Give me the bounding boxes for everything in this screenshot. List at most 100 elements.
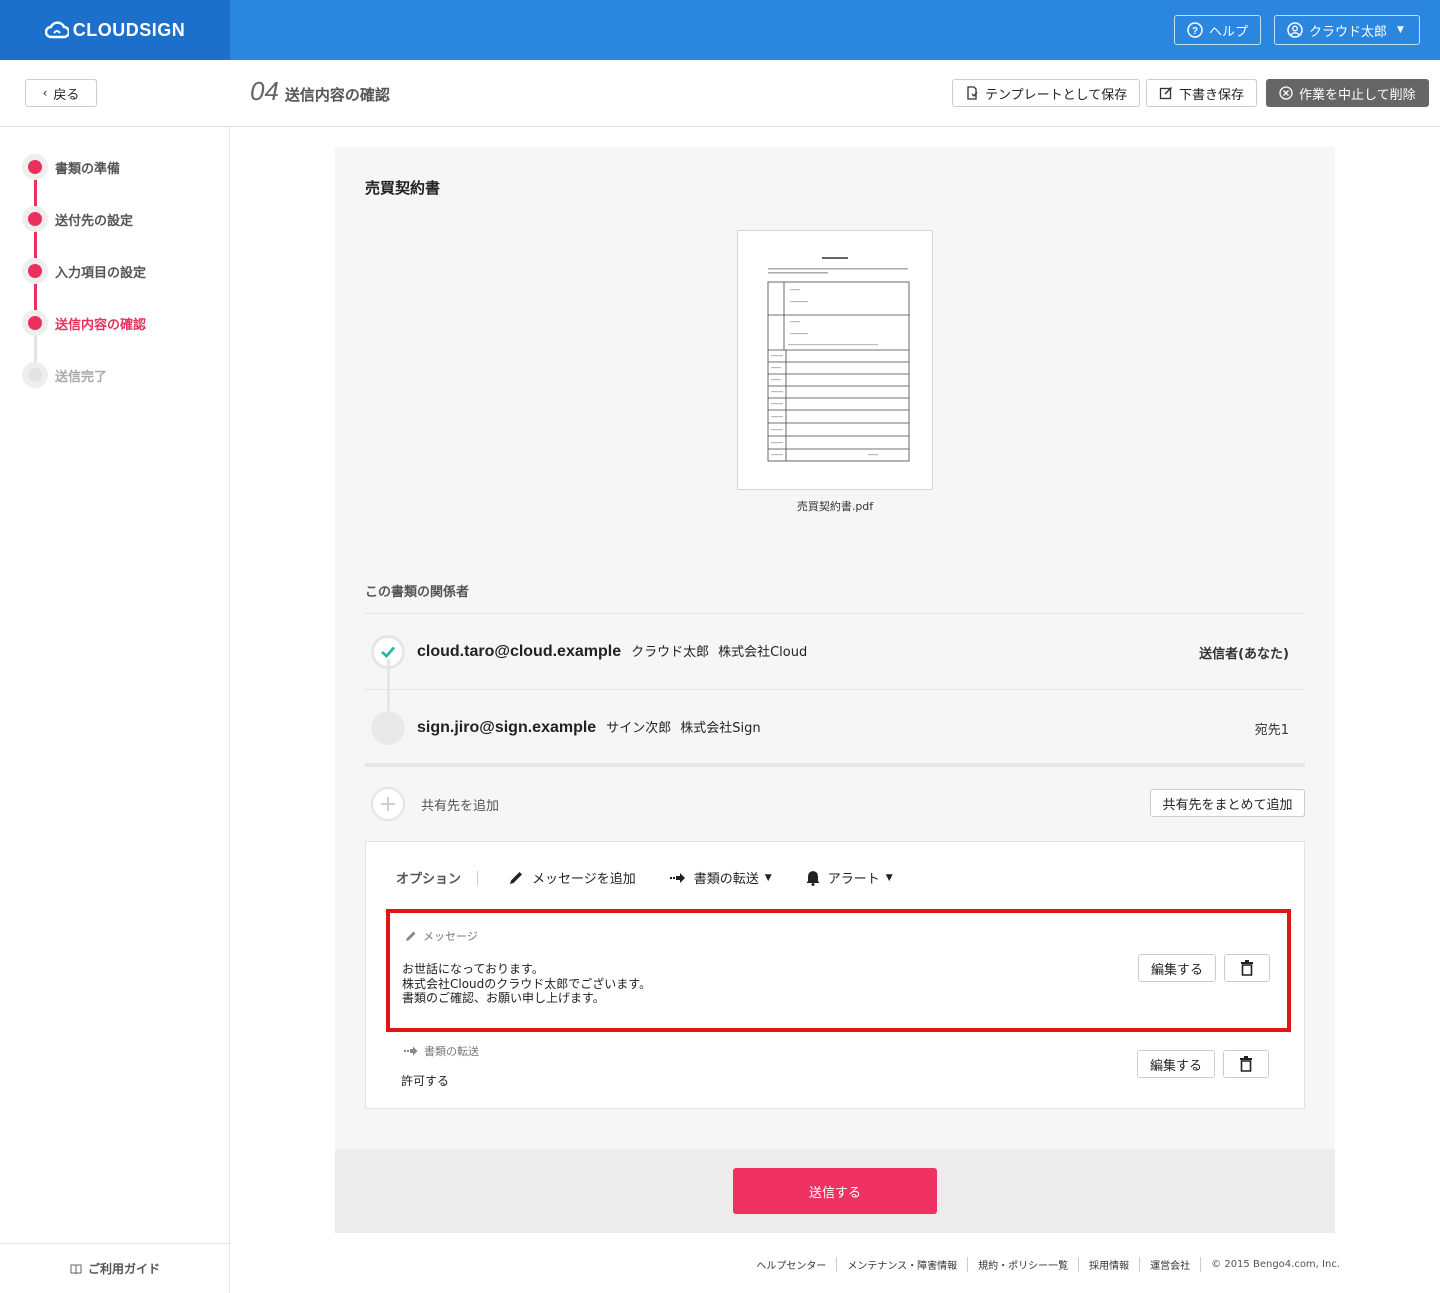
add-message-label: メッセージを追加 [532, 872, 636, 887]
step-dot [22, 154, 48, 180]
book-icon [70, 1264, 82, 1274]
options-toolbar: オプション メッセージを追加 書類の転送 ▼ アラート ▼ [396, 868, 927, 887]
chevron-left-icon: ‹ [42, 86, 48, 100]
transfer-label: 書類の転送 [693, 872, 759, 887]
send-bar: 送信する [335, 1149, 1335, 1233]
footer-link-help-center[interactable]: ヘルプセンター [746, 1257, 838, 1272]
user-menu-button[interactable]: クラウド太郎 ▼ [1274, 15, 1420, 45]
add-share-label: 共有先を追加 [421, 798, 500, 814]
delete-transfer-button[interactable] [1223, 1050, 1269, 1078]
logo[interactable]: CLOUDSIGN [0, 0, 230, 60]
document-filename: 売買契約書.pdf [796, 500, 874, 513]
pencil-icon [406, 931, 416, 941]
cancel-delete-button[interactable]: 作業を中止して削除 [1266, 79, 1429, 107]
save-template-button[interactable]: テンプレートとして保存 [952, 79, 1141, 107]
message-section-label: メッセージ [405, 928, 478, 944]
progress-line [34, 167, 37, 323]
trash-icon [1241, 960, 1253, 976]
step-recipients[interactable]: 送付先の設定 [22, 206, 133, 232]
participant-org: 株式会社Sign [680, 721, 761, 736]
footer-link-maintenance[interactable]: メンテナンス・障害情報 [837, 1257, 969, 1272]
cancel-delete-label: 作業を中止して削除 [1299, 87, 1416, 103]
step-dot [22, 206, 48, 232]
add-message-button[interactable]: メッセージを追加 [508, 868, 636, 887]
pencil-icon [510, 871, 523, 884]
bell-icon [806, 870, 820, 886]
footer-link-policies[interactable]: 規約・ポリシー一覧 [968, 1257, 1080, 1272]
message-line: 株式会社Cloudのクラウド太郎でございます。 [402, 976, 652, 991]
divider [477, 870, 479, 885]
message-label: メッセージ [423, 930, 478, 943]
message-line: 書類のご確認、お願い申し上げます。 [402, 991, 605, 1005]
caret-down-icon: ▼ [1397, 25, 1404, 35]
transfer-value: 許可する [401, 1074, 450, 1088]
step-label: 入力項目の設定 [55, 265, 147, 281]
step-complete: 送信完了 [22, 362, 107, 388]
save-template-label: テンプレートとして保存 [985, 87, 1128, 103]
footer-link-company[interactable]: 運営会社 [1140, 1257, 1202, 1272]
participant-row: cloud.taro@cloud.example クラウド太郎 株式会社Clou… [365, 613, 1305, 689]
participant-org: 株式会社Cloud [718, 645, 808, 660]
caret-down-icon: ▼ [764, 872, 772, 883]
page-title-text: 送信内容の確認 [284, 86, 390, 104]
divider [365, 763, 1305, 767]
edit-message-button[interactable]: 編集する [1138, 954, 1216, 982]
document-thumbnail[interactable] [737, 230, 933, 490]
user-name: クラウド太郎 [1309, 24, 1388, 40]
pending-circle-icon [371, 711, 405, 745]
sub-header: ‹ 戻る 04 送信内容の確認 テンプレートとして保存 下書き保存 作業を中止し… [0, 60, 1440, 127]
bulk-add-share-button[interactable]: 共有先をまとめて追加 [1150, 789, 1305, 817]
step-dot [22, 310, 48, 336]
step-label-pending: 送信完了 [55, 369, 108, 385]
save-draft-button[interactable]: 下書き保存 [1146, 79, 1258, 107]
participant-email: sign.jiro@sign.example [417, 719, 597, 736]
back-label: 戻る [53, 87, 80, 103]
forward-arrow-icon [404, 1046, 418, 1056]
alert-label: アラート [827, 872, 880, 887]
help-button[interactable]: ? ヘルプ [1174, 15, 1262, 45]
guide-label: ご利用ガイド [87, 1262, 160, 1276]
alert-dropdown[interactable]: アラート ▼ [806, 868, 893, 887]
back-button[interactable]: ‹ 戻る [25, 79, 97, 107]
participant-name: クラウド太郎 [631, 645, 710, 660]
document-title: 売買契約書 [365, 179, 441, 197]
sidebar: 書類の準備 送付先の設定 入力項目の設定 送信内容の確認 送信完了 ご利用ガイド [0, 127, 230, 1293]
edit-transfer-button[interactable]: 編集する [1137, 1050, 1215, 1078]
delete-message-button[interactable] [1224, 954, 1270, 982]
footer-links: ヘルプセンター メンテナンス・障害情報 規約・ポリシー一覧 採用情報 運営会社 … [746, 1257, 1340, 1272]
message-text: お世話になっております。 株式会社Cloudのクラウド太郎でございます。 書類の… [402, 962, 651, 1006]
copyright: © 2015 Bengo4.com, Inc. [1211, 1259, 1340, 1270]
cloud-logo-icon [44, 21, 69, 39]
transfer-dropdown[interactable]: 書類の転送 ▼ [669, 868, 772, 887]
guide-link[interactable]: ご利用ガイド [0, 1243, 230, 1293]
document-preview-icon [767, 257, 910, 462]
options-panel: オプション メッセージを追加 書類の転送 ▼ アラート ▼ メッセージ お世話に… [365, 841, 1305, 1109]
participant-role: 宛先1 [1254, 723, 1289, 738]
participant-name: サイン次郎 [606, 721, 672, 736]
caret-down-icon: ▼ [885, 872, 893, 883]
send-button[interactable]: 送信する [733, 1168, 937, 1214]
forward-arrow-icon [669, 872, 685, 883]
step-number: 04 [250, 76, 279, 106]
trash-icon [1240, 1056, 1252, 1072]
user-circle-icon [1287, 22, 1303, 38]
svg-text:?: ? [1192, 26, 1198, 37]
footer-link-careers[interactable]: 採用情報 [1079, 1257, 1141, 1272]
add-share-button[interactable]: + 共有先を追加 [371, 787, 499, 821]
plus-icon: + [371, 787, 405, 821]
participant-row: sign.jiro@sign.example サイン次郎 株式会社Sign 宛先… [365, 689, 1305, 765]
edit-square-icon [1159, 86, 1173, 100]
step-prepare[interactable]: 書類の準備 [22, 154, 120, 180]
transfer-section-title: 書類の転送 [424, 1045, 479, 1058]
file-save-icon [967, 86, 978, 100]
step-dot [22, 258, 48, 284]
options-label: オプション [396, 872, 462, 887]
message-section-highlight: メッセージ お世話になっております。 株式会社Cloudのクラウド太郎でございま… [386, 909, 1291, 1032]
question-circle-icon: ? [1187, 22, 1203, 38]
message-line: お世話になっております。 [402, 962, 544, 976]
main-card: 売買契約書 売買契約書.pdf この書類の関係者 cloud.taro@clou… [335, 147, 1335, 1149]
step-label: 書類の準備 [55, 161, 121, 177]
close-circle-icon [1279, 86, 1293, 100]
logo-text: CLOUDSIGN [72, 19, 186, 40]
step-fields[interactable]: 入力項目の設定 [22, 258, 146, 284]
